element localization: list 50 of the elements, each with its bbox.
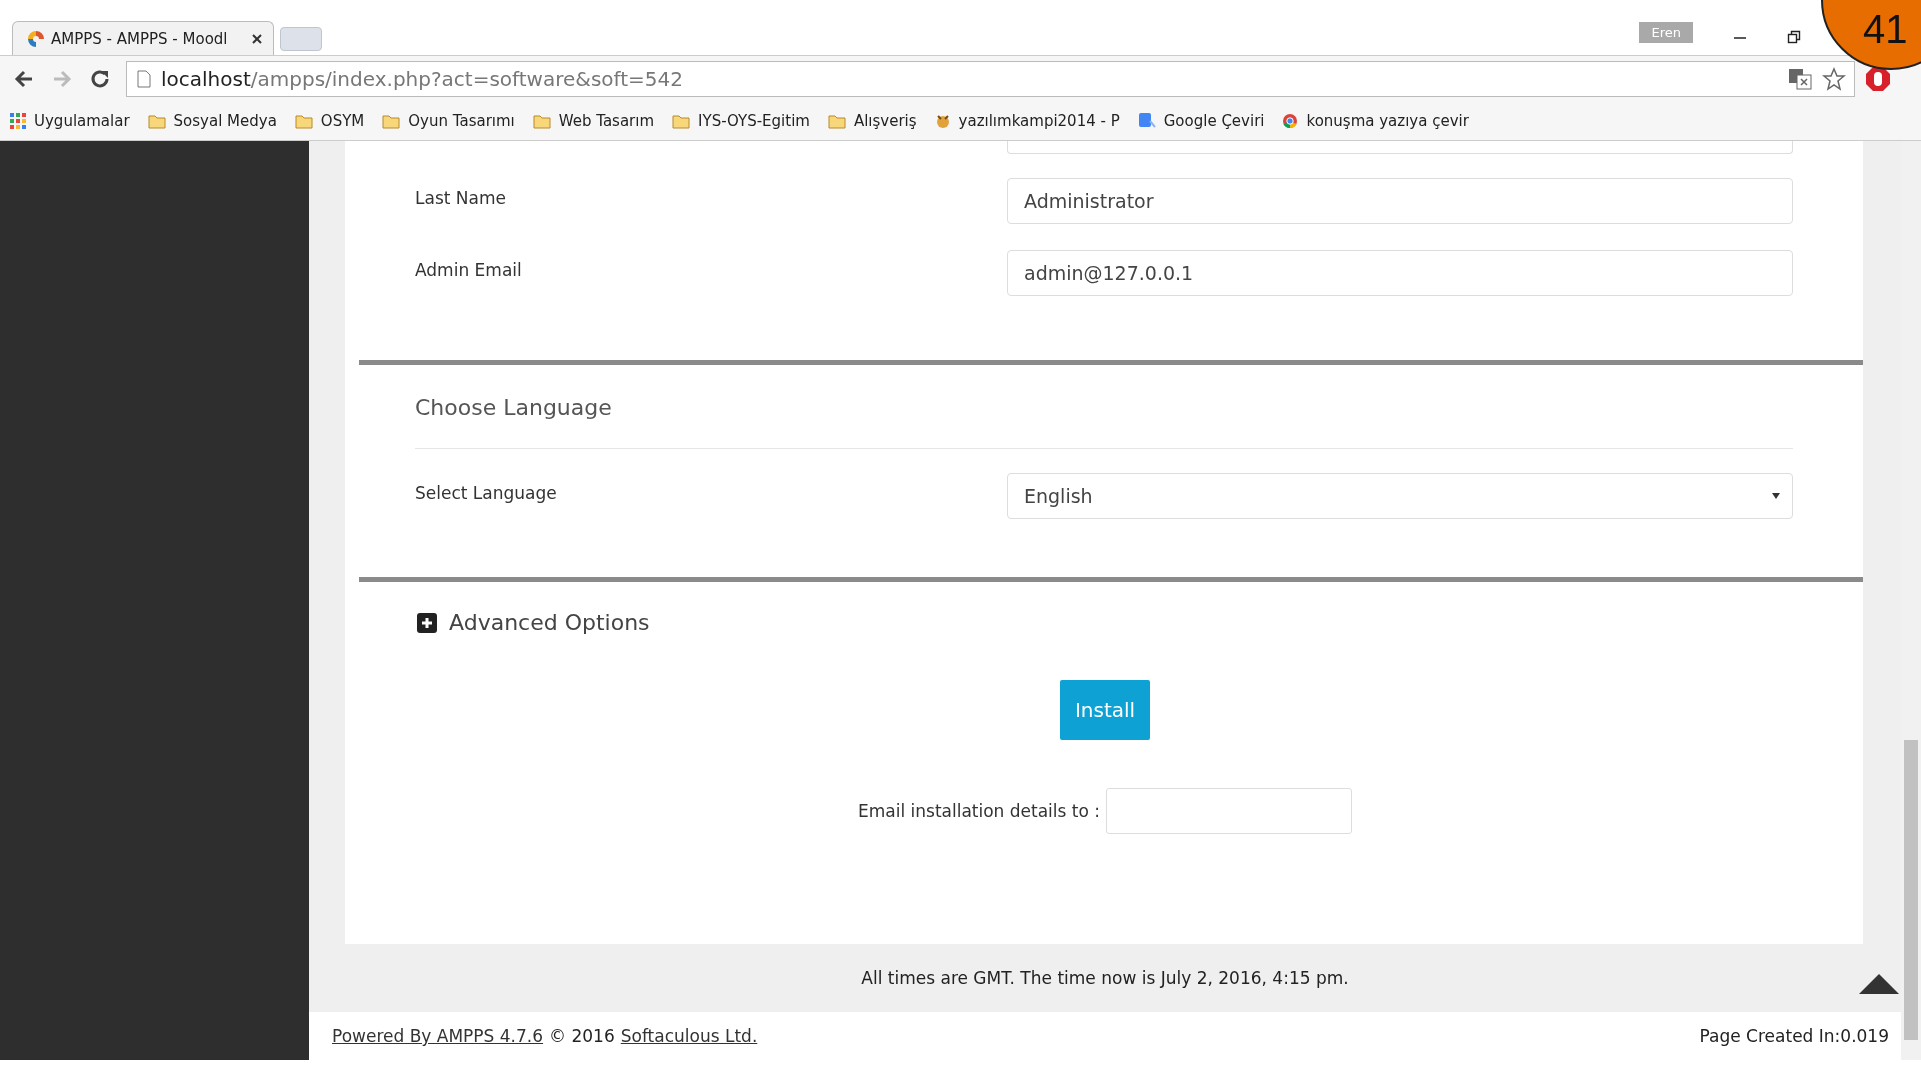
input-field[interactable]: admin@127.0.0.1 [1007, 250, 1793, 296]
bookmark-item[interactable]: yazılımkampi2014 - P [934, 112, 1120, 130]
bookmark-item[interactable]: Google Çeviri [1137, 112, 1265, 130]
translate-icon[interactable] [1788, 68, 1812, 90]
field-label: Select Language [414, 482, 558, 503]
stop-sign-icon[interactable] [1865, 66, 1891, 92]
language-select[interactable]: English [1007, 473, 1793, 519]
company-link[interactable]: Softaculous Ltd. [620, 1026, 758, 1046]
pinwheel-icon [27, 29, 45, 48]
scrollbar[interactable] [1901, 141, 1921, 1060]
field-label: Admin Email [414, 259, 523, 280]
input-field[interactable] [1007, 141, 1793, 154]
bookmark-item[interactable]: Alışveriş [827, 112, 917, 130]
site-icon [934, 113, 951, 129]
section-title: Choose Language [414, 394, 613, 420]
bookmark-item[interactable]: konuşma yazıya çevir [1282, 112, 1469, 130]
input-field[interactable] [1106, 788, 1353, 834]
apps-grid-icon [10, 113, 26, 129]
address-bar[interactable]: localhost/ampps/index.php?act=software&soft=542 [126, 61, 1855, 97]
bookmark-item[interactable]: Web Tasarım [532, 112, 655, 130]
folder-icon [382, 113, 401, 129]
page-icon [137, 70, 151, 88]
tab-title: AMPPS - AMPPS - Moodl [51, 29, 229, 48]
browser-tab[interactable]: AMPPS - AMPPS - Moodl [12, 21, 274, 55]
translate-icon [1137, 112, 1156, 130]
powered-by-link[interactable]: Powered By AMPPS 4.7.6 [332, 1026, 544, 1046]
page-created-text: Page Created In:0.019 [1699, 1026, 1889, 1046]
bookmark-item[interactable]: Sosyal Medya [147, 112, 277, 130]
folder-icon [294, 113, 313, 129]
folder-icon [532, 113, 551, 129]
close-icon[interactable] [251, 32, 263, 45]
browser-logo-icon [1282, 113, 1299, 129]
folder-icon [827, 113, 846, 129]
caret-icon [1772, 493, 1780, 499]
advanced-options-toggle[interactable]: Advanced Options [387, 582, 650, 635]
folder-icon [147, 113, 166, 129]
star-icon[interactable] [1822, 67, 1846, 91]
plus-icon [417, 612, 437, 633]
bookmark-item[interactable]: Oyun Tasarımı [382, 112, 515, 130]
time-note: All times are GMT. The time now is July 2, 2016, 4:15 pm. [861, 968, 1349, 988]
scroll-top-icon[interactable] [1859, 974, 1899, 994]
bookmark-item[interactable]: Uygulamalar [10, 112, 130, 130]
copyright-text: © 2016 [549, 1026, 615, 1046]
folder-icon [672, 113, 691, 129]
field-label: Email installation details to : [857, 801, 1101, 821]
bookmark-item[interactable]: OSYM [294, 112, 365, 130]
bookmark-item[interactable]: IYS-OYS-Egitim [672, 112, 810, 130]
restore-icon[interactable] [1787, 30, 1801, 44]
field-label: Last Name [414, 187, 507, 208]
input-field[interactable]: Administrator [1007, 178, 1793, 224]
